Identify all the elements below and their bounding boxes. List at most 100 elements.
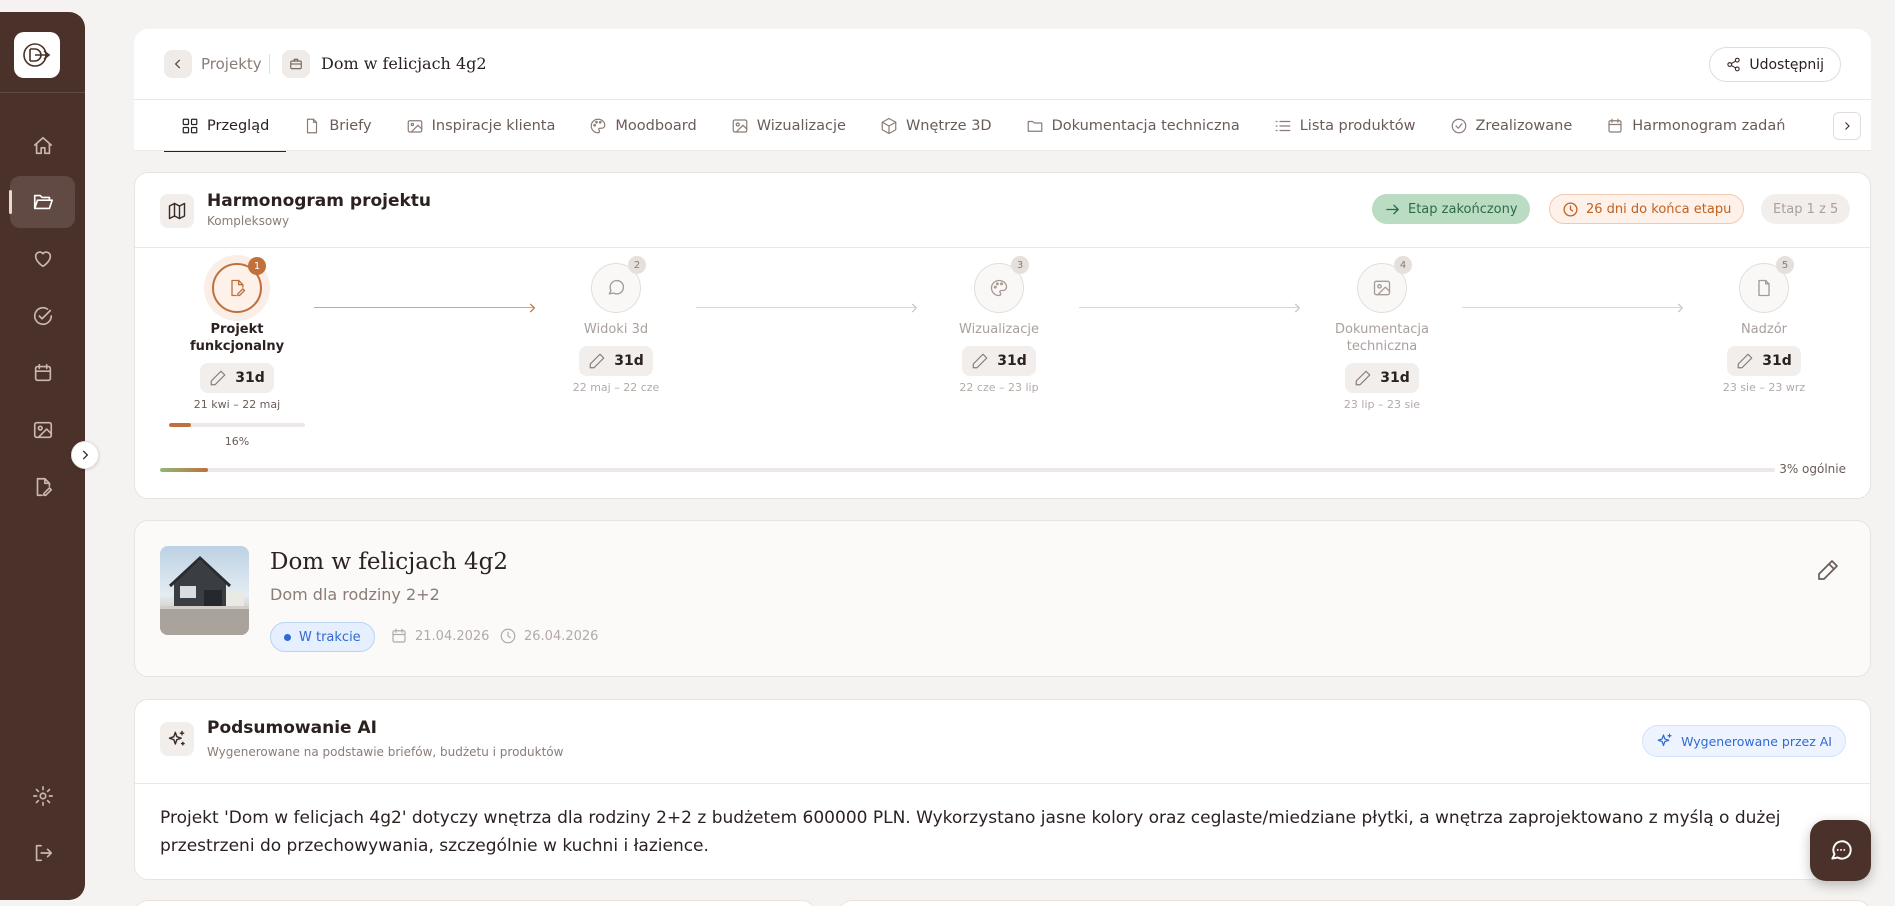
tabs-bottom-border [134,150,1871,151]
stage-5[interactable]: 5 Nadzór 31d 23 sie – 23 wrz [1689,256,1839,394]
tab-label: Harmonogram zadań [1632,117,1786,134]
file-icon [1758,279,1770,297]
tab-task-schedule[interactable]: Harmonogram zadań [1589,100,1802,151]
stage-dates: 22 maj – 22 cze [572,381,660,394]
chat-support-button[interactable] [1810,820,1871,881]
sidebar-item-tasks[interactable] [10,290,75,342]
tab-interior-3d[interactable]: Wnętrze 3D [863,100,1009,151]
stage-name: Nadzór [1740,322,1788,337]
stage-dates: 23 lip – 23 sie [1343,398,1421,411]
stage-connector [1462,307,1681,308]
check-circle-icon [33,306,52,326]
sidebar-expand-button[interactable] [71,441,99,469]
stage-duration-button[interactable]: 31d [1727,346,1801,376]
project-start-date: 21.04.2026 [390,627,489,645]
pencil-icon [589,353,605,369]
calendar-icon [1608,118,1622,133]
tab-visualizations[interactable]: Wizualizacje [714,100,863,151]
sidebar-item-documents[interactable] [10,461,75,513]
brand-logo-icon[interactable] [14,32,60,78]
sidebar-item-gallery[interactable] [10,404,75,456]
chevron-left-icon [174,59,181,69]
chat-icon [1830,839,1852,860]
home-icon [33,136,52,155]
stage-progress-label: 16% [224,435,250,448]
stage-name: Wizualizacje [959,322,1039,337]
start-date-text: 21.04.2026 [415,628,490,644]
tab-technical-docs[interactable]: Dokumentacja techniczna [1009,100,1257,151]
images-icon [407,119,422,133]
stage-connector [696,307,915,308]
stage-completed-button[interactable]: Etap zakończony [1372,194,1530,224]
map-icon [160,194,194,228]
ai-generated-badge: Wygenerowane przez AI [1642,725,1846,757]
stage-duration-button[interactable]: 31d [200,363,274,393]
tab-label: Zrealizowane [1475,117,1573,134]
stage-number-badge: 4 [1394,256,1412,274]
stage-name: Projekt funkcjonalny [189,322,285,354]
check-circle-icon [1451,118,1466,133]
stage-circle: 2 [591,256,646,313]
tab-product-list[interactable]: Lista produktów [1257,100,1433,151]
ai-header-divider [135,783,1870,784]
ai-summary-title: Podsumowanie AI [207,718,377,738]
share-button[interactable]: Udostępnij [1709,47,1841,82]
sidebar-item-logout[interactable] [10,827,75,879]
stage-3[interactable]: 3 Wizualizacje 31d 22 cze – 23 lip [924,256,1074,394]
back-button[interactable] [164,50,192,78]
image-icon [732,118,748,133]
stage-duration-button[interactable]: 31d [962,346,1036,376]
ai-summary-subtitle: Wygenerowane na podstawie briefów, budże… [207,745,564,759]
stage-progress-fill [169,423,191,427]
stage-duration: 31d [1380,370,1410,386]
stage-4[interactable]: 4 Dokumentacja techniczna 31d 23 lip – 2… [1307,256,1457,411]
ai-badge-label: Wygenerowane przez AI [1681,733,1832,749]
project-thumbnail[interactable] [160,546,249,635]
tab-label: Przegląd [207,117,270,134]
tab-moodboard[interactable]: Moodboard [572,100,713,151]
breadcrumb-projects-link[interactable]: Projekty [201,55,262,73]
image-icon [33,421,52,439]
chevron-right-icon [1673,300,1687,314]
tabs-scroll-next-button[interactable] [1833,112,1861,140]
days-left-badge: 26 dni do końca etapu [1549,194,1745,224]
sidebar-item-favorites[interactable] [10,233,75,285]
heart-icon [34,251,51,268]
tab-label: Dokumentacja techniczna [1051,117,1240,134]
project-title: Dom w felicjach 4g2 [270,549,508,575]
schedule-subtitle: Kompleksowy [207,214,290,228]
cube-icon [881,117,897,134]
project-info-card: Dom w felicjach 4g2 Dom dla rodziny 2+2 … [134,520,1871,677]
sidebar-item-calendar[interactable] [10,347,75,399]
clock-icon [1563,201,1578,217]
tab-briefs[interactable]: Briefy [286,100,388,151]
tab-label: Inspiracje klienta [431,117,556,134]
document-edit-icon [231,279,246,297]
stage-1[interactable]: 1 Projekt funkcjonalny 31d 21 kwi – 22 m… [162,257,312,448]
tab-completed[interactable]: Zrealizowane [1433,100,1590,151]
stage-number-badge: 1 [248,257,266,275]
sidebar-divider [0,92,85,93]
stage-duration: 31d [614,353,644,369]
stage-duration-button[interactable]: 31d [1345,363,1419,393]
sidebar-item-home[interactable] [10,120,75,172]
status-badge: W trakcie [270,622,375,652]
tab-client-inspirations[interactable]: Inspiracje klienta [389,100,573,151]
tab-label: Wizualizacje [756,117,846,134]
stage-duration-button[interactable]: 31d [579,346,653,376]
sidebar-item-projects[interactable] [9,176,75,228]
project-end-date: 26.04.2026 [499,627,598,645]
stage-2[interactable]: 2 Widoki 3d 31d 22 maj – 22 cze [541,256,691,394]
stage-duration: 31d [235,370,265,386]
project-subtitle: Dom dla rodziny 2+2 [270,585,440,604]
stage-number-badge: 2 [628,256,646,274]
pencil-icon [210,370,226,386]
stage-circle: 5 [1739,256,1794,313]
tab-label: Wnętrze 3D [905,117,992,134]
edit-project-button[interactable] [1816,558,1840,582]
briefcase-icon [282,50,310,78]
stage-counter-badge: Etap 1 z 5 [1761,194,1851,224]
tab-overview[interactable]: Przegląd [164,100,287,152]
sidebar-item-settings[interactable] [10,770,75,822]
tab-bar: Przegląd Briefy Inspiracje klienta Moodb… [164,100,1802,152]
